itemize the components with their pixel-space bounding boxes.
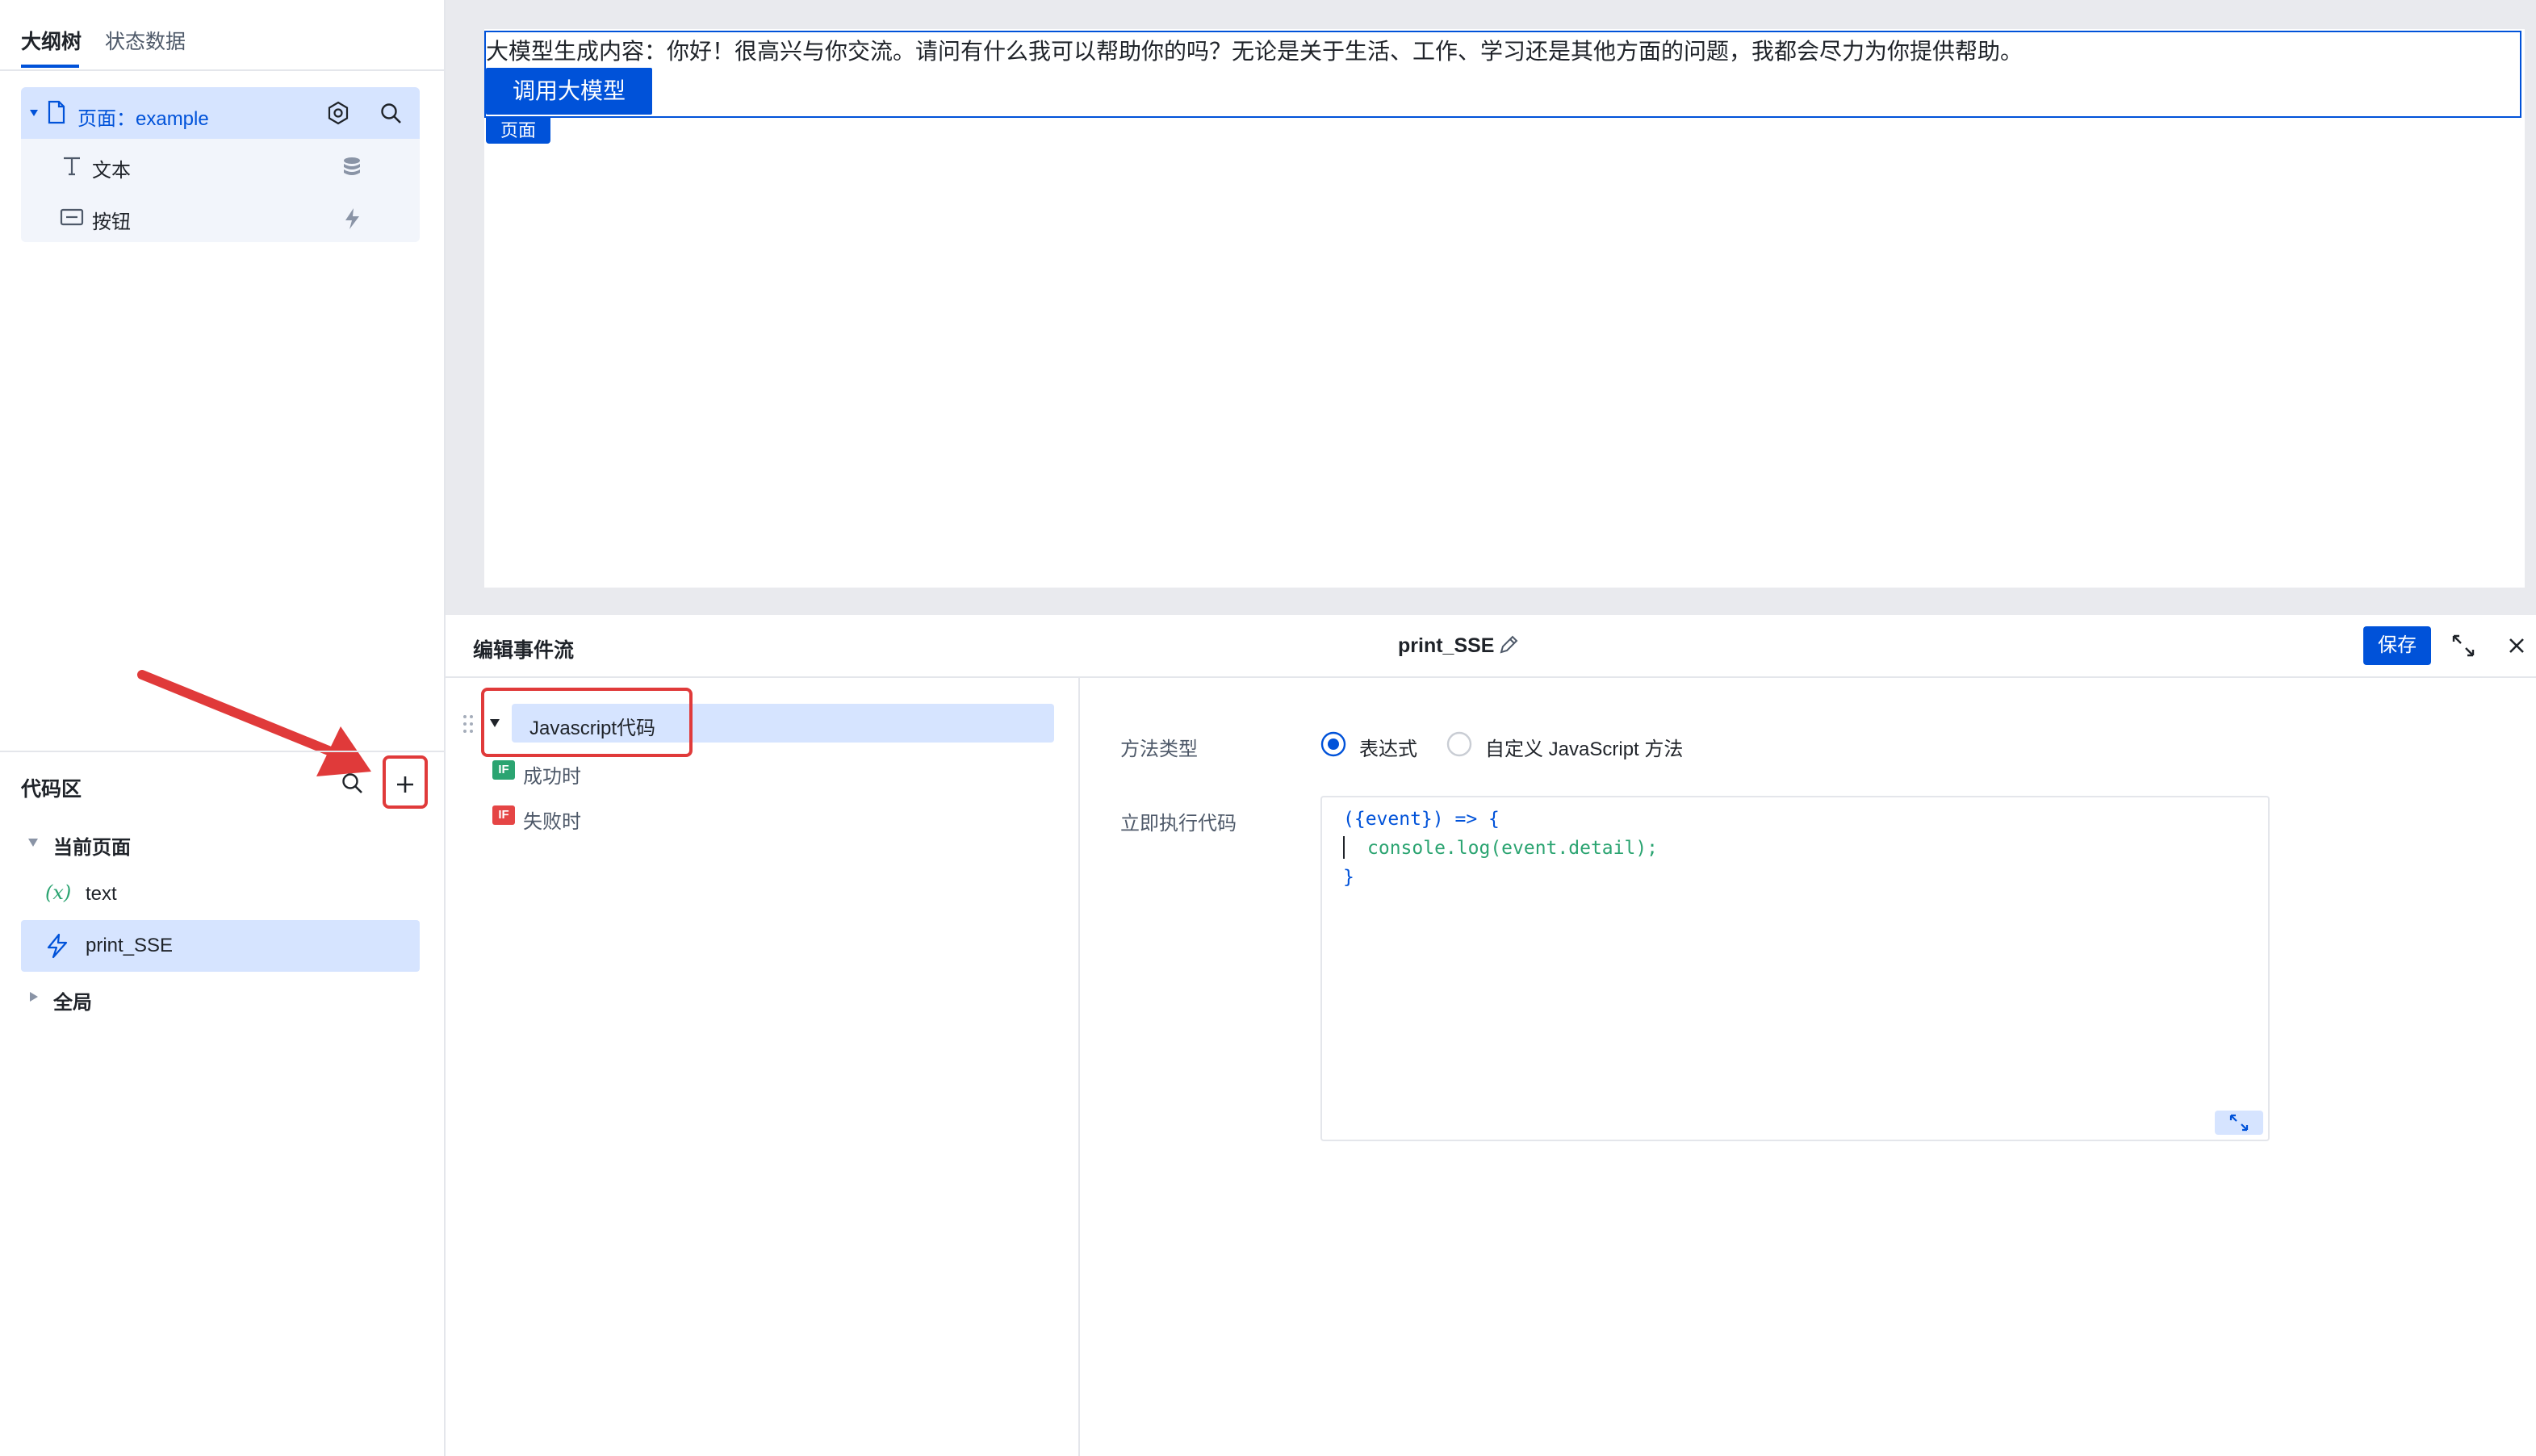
event-flow-name: print_SSE <box>1398 634 1495 657</box>
code-line-2[interactable]: console.log(event.detail); <box>1367 838 1658 859</box>
javascript-node-highlight <box>481 688 693 757</box>
code-indent-guide <box>1343 836 1345 859</box>
active-tab-underline <box>21 65 79 68</box>
expand-icon[interactable] <box>2450 633 2476 659</box>
code-item-text[interactable]: (x) text <box>21 872 420 917</box>
expand-editor-button[interactable] <box>2215 1111 2263 1135</box>
if-failure-icon: IF <box>492 805 515 825</box>
variable-icon: (x) <box>45 881 72 904</box>
code-area-title: 代码区 <box>21 778 82 801</box>
radio-expression[interactable]: 表达式 <box>1320 728 1433 760</box>
code-item-label: print_SSE <box>86 935 174 956</box>
code-group-label: 全局 <box>53 992 92 1014</box>
text-type-icon <box>64 157 80 176</box>
code-item-label: text <box>86 883 117 905</box>
radio-label: 表达式 <box>1359 738 1417 760</box>
add-icon[interactable] <box>394 773 416 796</box>
method-type-label: 方法类型 <box>1120 738 1198 760</box>
expand-icon <box>2229 1114 2249 1132</box>
caret-down-icon[interactable] <box>29 108 39 118</box>
outline-tree: 页面：example 文本 按钮 <box>21 87 420 242</box>
code-group-global[interactable]: 全局 <box>21 978 420 1019</box>
code-group-label: 当前页面 <box>53 837 131 859</box>
red-arrow-annotation-icon <box>137 670 371 776</box>
tree-item-page[interactable]: 页面：example <box>21 87 420 139</box>
search-icon[interactable] <box>341 772 365 796</box>
flow-panel-splitter[interactable] <box>1078 678 1080 1456</box>
button-component-icon <box>60 208 84 226</box>
radio-unchecked-icon <box>1446 731 1472 757</box>
database-icon[interactable] <box>342 157 362 178</box>
flow-branch-failure[interactable]: IF 失败时 <box>491 804 652 833</box>
if-success-icon: IF <box>492 760 515 780</box>
caret-right-icon[interactable] <box>29 991 39 1002</box>
code-line-text: ({event}) => { <box>1343 809 1500 830</box>
save-button[interactable]: 保存 <box>2363 626 2431 665</box>
code-line-text: console.log(event.detail); <box>1367 838 1659 859</box>
tree-page-label: 页面：example <box>77 108 209 130</box>
settings-icon[interactable] <box>326 101 350 125</box>
radio-checked-icon <box>1320 731 1346 757</box>
tab-outline-tree[interactable]: 大纲树 <box>21 26 82 55</box>
code-line-1[interactable]: ({event}) => { <box>1343 809 1500 830</box>
radio-label: 自定义 JavaScript 方法 <box>1485 738 1684 760</box>
page-tag[interactable]: 页面 <box>486 118 550 144</box>
generated-content-text[interactable]: 大模型生成内容：你好！很高兴与你交流。请问有什么我可以帮助你的吗？无论是关于生活… <box>486 34 2023 66</box>
code-line-3[interactable]: } <box>1343 867 1354 888</box>
page-file-icon <box>48 100 65 124</box>
radio-custom-js[interactable]: 自定义 JavaScript 方法 <box>1446 728 1705 760</box>
tree-item-text[interactable]: 文本 <box>21 139 420 190</box>
caret-down-icon[interactable] <box>27 838 39 847</box>
search-icon[interactable] <box>379 102 404 126</box>
code-line-text: } <box>1343 867 1354 888</box>
code-item-print-sse[interactable]: print_SSE <box>21 920 420 972</box>
drag-handle-icon[interactable] <box>462 713 475 734</box>
flow-branch-success[interactable]: IF 成功时 <box>491 759 652 788</box>
flow-branch-label: 成功时 <box>523 766 581 788</box>
tree-item-label: 按钮 <box>92 211 131 233</box>
invoke-model-button[interactable]: 调用大模型 <box>486 68 652 115</box>
lightning-icon[interactable] <box>342 207 362 231</box>
close-icon[interactable] <box>2505 634 2528 657</box>
exec-code-label: 立即执行代码 <box>1120 813 1237 835</box>
edit-pencil-icon[interactable] <box>1498 634 1519 655</box>
code-area-divider <box>0 751 446 752</box>
event-flow-title: 编辑事件流 <box>473 639 575 662</box>
flow-branch-label: 失败时 <box>523 811 581 833</box>
tree-item-button[interactable]: 按钮 <box>21 190 420 242</box>
tab-state-data[interactable]: 状态数据 <box>105 26 186 55</box>
tree-item-label: 文本 <box>92 160 131 182</box>
lightning-icon <box>47 933 68 959</box>
code-group-current-page[interactable]: 当前页面 <box>21 823 420 864</box>
tabs-divider <box>0 69 446 71</box>
